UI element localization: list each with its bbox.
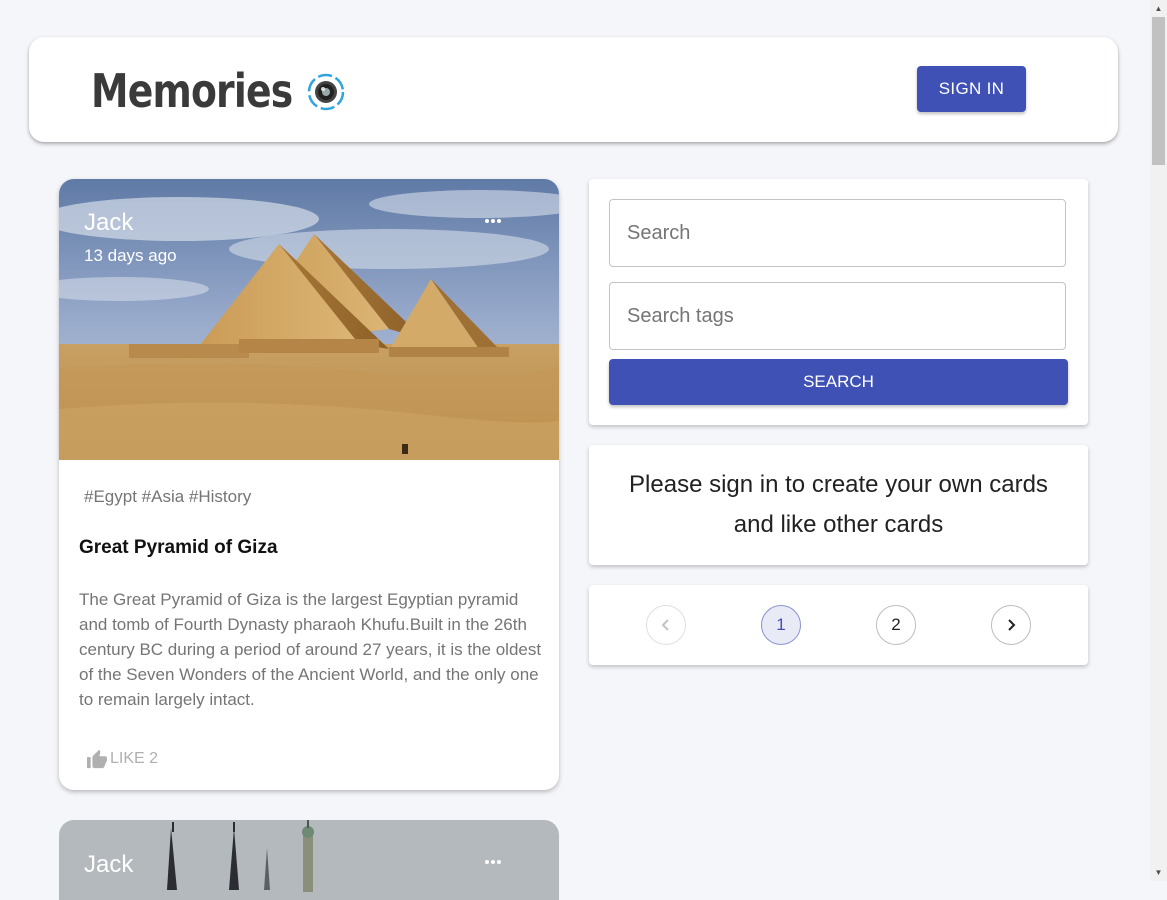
post-author: Jack [84, 851, 134, 878]
post-card: Jack 13 days ago #Egypt #Asia #History G… [59, 179, 559, 790]
sign-in-button[interactable]: SIGN IN [917, 66, 1026, 112]
post-message: The Great Pyramid of Giza is the largest… [79, 590, 542, 709]
page-button-1[interactable]: 1 [761, 605, 801, 645]
like-button[interactable]: LIKE 2 [86, 749, 158, 769]
post-image: Jack 13 days ago [59, 179, 559, 460]
search-input[interactable]: Search [609, 199, 1066, 267]
notice-line-1: Please sign in to create your own cards [629, 471, 1048, 498]
scroll-up-arrow-icon[interactable]: ▲ [1150, 0, 1167, 17]
thumb-up-icon [87, 749, 107, 769]
brand[interactable]: Memories [91, 64, 345, 118]
scrollbar[interactable]: ▲ ▼ [1150, 0, 1167, 881]
post-tags: #Egypt #Asia #History [84, 487, 252, 506]
scroll-down-arrow-icon[interactable]: ▼ [1150, 864, 1167, 881]
post-author: Jack [84, 209, 134, 236]
more-options-icon[interactable] [479, 209, 507, 233]
like-label: LIKE 2 [110, 750, 159, 767]
post-timestamp: 13 days ago [84, 246, 177, 265]
post-card: Jack [59, 820, 559, 900]
search-tags-input[interactable]: Search tags [609, 282, 1066, 350]
search-panel: Search Search tags SEARCH [589, 179, 1088, 425]
search-button[interactable]: SEARCH [609, 359, 1068, 405]
sign-in-notice: Please sign in to create your own cards … [589, 445, 1088, 565]
previous-page-button[interactable] [646, 605, 686, 645]
app-title: Memories [91, 64, 293, 118]
scroll-thumb[interactable] [1152, 17, 1165, 165]
chevron-left-icon [661, 619, 669, 631]
app-bar: Memories SIGN IN [29, 37, 1118, 142]
post-title: Great Pyramid of Giza [79, 537, 278, 558]
more-options-icon[interactable] [479, 850, 507, 874]
memories-logo-icon [307, 73, 345, 111]
notice-line-2: and like other cards [733, 511, 944, 538]
pagination: 1 2 [589, 585, 1088, 665]
chevron-right-icon [1008, 619, 1016, 631]
page-button-2[interactable]: 2 [876, 605, 916, 645]
next-page-button[interactable] [991, 605, 1031, 645]
